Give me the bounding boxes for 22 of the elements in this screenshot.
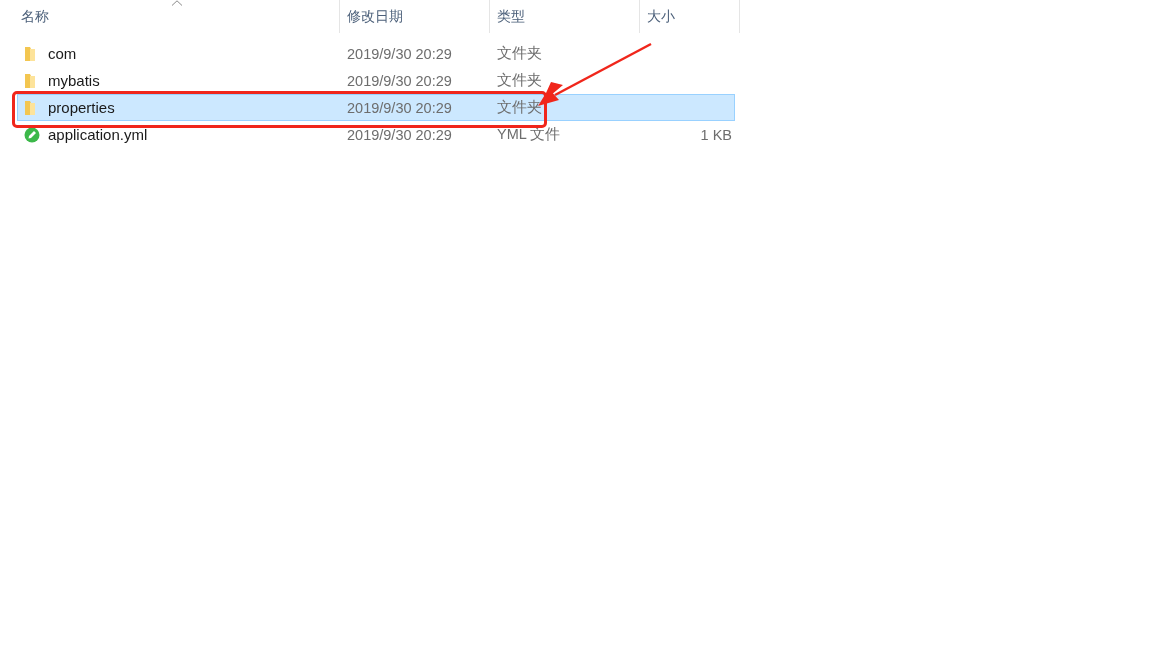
modified-date: 2019/9/30 20:29 <box>346 99 453 116</box>
file-row[interactable]: properties 2019/9/30 20:29 文件夹 <box>17 94 735 121</box>
file-type: 文件夹 <box>496 98 543 117</box>
column-header[interactable]: 类型 <box>490 0 640 33</box>
file-row[interactable]: mybatis 2019/9/30 20:29 文件夹 <box>17 67 735 94</box>
pencil-badge-icon <box>24 126 40 143</box>
modified-date: 2019/9/30 20:29 <box>346 72 453 89</box>
file-name: mybatis <box>48 72 100 89</box>
column-header[interactable]: 名称 <box>14 0 340 33</box>
column-header[interactable]: 修改日期 <box>340 0 490 33</box>
file-name: properties <box>48 99 115 116</box>
column-header[interactable]: 大小 <box>640 0 740 33</box>
file-type: YML 文件 <box>496 125 562 144</box>
file-type: 文件夹 <box>496 44 543 63</box>
file-name: application.yml <box>48 126 148 143</box>
modified-date: 2019/9/30 20:29 <box>346 45 453 62</box>
file-size: 1 KB <box>700 126 732 143</box>
modified-date: 2019/9/30 20:29 <box>346 126 453 143</box>
file-name: com <box>48 45 77 62</box>
file-row[interactable]: application.yml 2019/9/30 20:29 YML 文件 1 KB <box>17 121 735 148</box>
file-type: 文件夹 <box>496 71 543 90</box>
file-row[interactable]: com 2019/9/30 20:29 文件夹 <box>17 40 735 67</box>
